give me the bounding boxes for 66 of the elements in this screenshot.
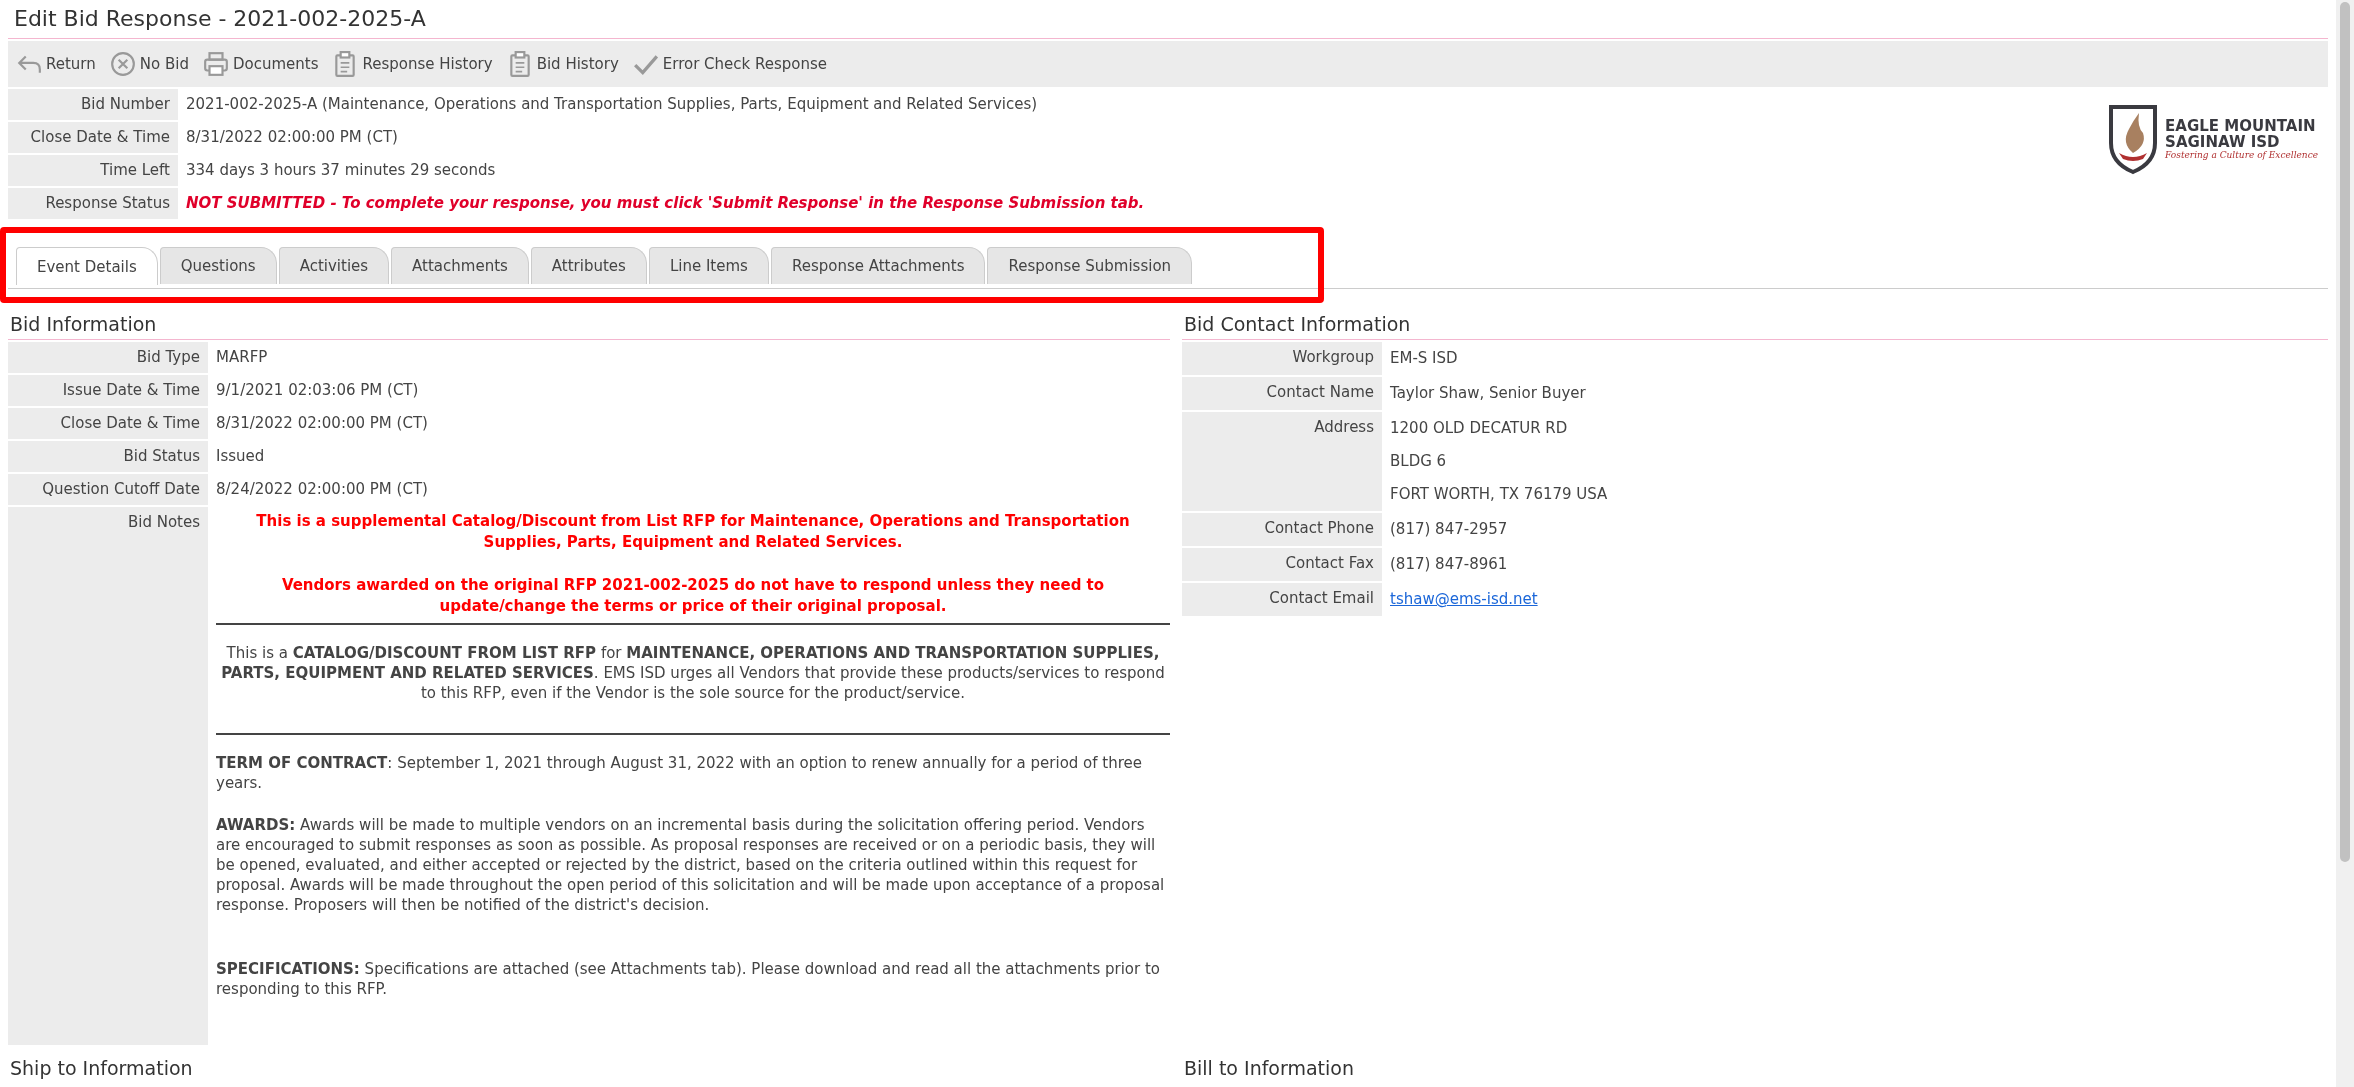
section-title: Bill to Information bbox=[1183, 1056, 1355, 1081]
field-value: MARFP bbox=[215, 347, 269, 368]
toolbar-button[interactable]: Bid History bbox=[506, 51, 619, 77]
notes-warning-text: This is a supplemental Catalog/Discount from List RFP for Maintenance, Operations and Transportation Supplies, Parts, Equipment and Related Services. bbox=[255, 511, 1131, 553]
field-value: (817) 847-2957 bbox=[1390, 519, 1509, 540]
notes-paragraph: AWARDS: Awards will be made to multiple vendors on an incremental basis during the solicitation offering period. Vendors are encouraged to submit responses as soon as possible. As proposal responses are received or on a periodic basis, they will be opened, evaluated, and either accepted or rejected by the district, based on the criteria outlined within this request for proposal. Awards will be made throughout the open period of this solicitation and will be made upon acceptance of a proposal response. Proposers will then be notified of the district's decision. bbox=[216, 815, 1166, 915]
field-value: EM-S ISD bbox=[1390, 348, 1459, 369]
shield-flame-icon bbox=[2107, 103, 2160, 175]
notes-paragraph: This is a CATALOG/DISCOUNT FROM LIST RFP for MAINTENANCE, OPERATIONS AND TRANSPORTATION SUPPLIES, PARTS, EQUIPMENT AND RELATED SERVICES. EMS ISD urges all Vendors that provide these products/services to respond to this RFP, even if the Vendor is the sole source for the product/service. bbox=[220, 643, 1166, 703]
field-label: Bid Notes bbox=[8, 507, 208, 1045]
tab[interactable]: Questions bbox=[159, 247, 277, 284]
tab[interactable]: Line Items bbox=[648, 247, 769, 284]
tab[interactable]: Attributes bbox=[530, 247, 647, 284]
email-link[interactable]: tshaw@ems-isd.net bbox=[1390, 583, 1538, 616]
scrollbar[interactable] bbox=[2336, 0, 2354, 1087]
field-label: Contact Phone bbox=[1182, 513, 1382, 546]
field-value: 8/24/2022 02:00:00 PM (CT) bbox=[215, 479, 429, 500]
logo-text: SAGINAW ISD bbox=[2165, 134, 2281, 150]
section-title: Bid Information bbox=[8, 293, 1170, 340]
logo-text: EAGLE MOUNTAIN bbox=[2165, 118, 2317, 134]
field-label: Question Cutoff Date bbox=[8, 474, 208, 505]
toolbar-button[interactable]: No Bid bbox=[109, 51, 189, 77]
notes-paragraph: TERM OF CONTRACT: September 1, 2021 through August 31, 2022 with an option to renew annually for a period of three years. bbox=[216, 753, 1144, 793]
scrollbar-thumb[interactable] bbox=[2340, 2, 2350, 862]
page-title: Edit Bid Response - 2021-002-2025-A bbox=[14, 6, 427, 31]
tab[interactable]: Event Details bbox=[16, 247, 158, 285]
tab[interactable]: Response Submission bbox=[987, 247, 1193, 284]
tab[interactable]: Activities bbox=[278, 247, 390, 284]
field-value: 334 days 3 hours 37 minutes 29 seconds bbox=[185, 160, 497, 181]
field-value: Taylor Shaw, Senior Buyer bbox=[1390, 383, 1587, 404]
field-label: Issue Date & Time bbox=[8, 375, 208, 406]
toolbar-button[interactable]: Return bbox=[16, 51, 96, 77]
toolbar-button[interactable]: Response History bbox=[332, 51, 493, 77]
field-value: Issued bbox=[215, 446, 266, 467]
section-title: Bid Contact Information bbox=[1182, 293, 2328, 340]
field-value: 8/31/2022 02:00:00 PM (CT) bbox=[185, 127, 399, 148]
close-circle-icon bbox=[109, 51, 136, 77]
tab[interactable]: Attachments bbox=[391, 247, 529, 284]
printer-icon bbox=[202, 51, 229, 77]
field-value: 1200 OLD DECATUR RD bbox=[1390, 418, 1569, 439]
field-value: 8/31/2022 02:00:00 PM (CT) bbox=[215, 413, 429, 434]
field-label: Contact Email bbox=[1182, 583, 1382, 616]
field-label: Address bbox=[1182, 412, 1382, 511]
field-label: Bid Type bbox=[8, 342, 208, 373]
field-label: Response Status bbox=[8, 188, 178, 219]
field-value: BLDG 6 bbox=[1390, 451, 1448, 472]
field-label: Close Date & Time bbox=[8, 408, 208, 439]
notes-paragraph: SPECIFICATIONS: Specifications are attached (see Attachments tab). Please download and read all the attachments prior to responding to this RFP. bbox=[216, 959, 1162, 999]
logo-tagline: Fostering a Culture of Excellence bbox=[2165, 150, 2318, 160]
field-label: Contact Fax bbox=[1182, 548, 1382, 581]
field-value: FORT WORTH, TX 76179 USA bbox=[1390, 484, 1609, 505]
field-label: Workgroup bbox=[1182, 342, 1382, 375]
field-label: Contact Name bbox=[1182, 377, 1382, 410]
status-message: NOT SUBMITTED - To complete your response, you must click 'Submit Response' in the Response Submission tab. bbox=[185, 193, 1146, 214]
field-value: 9/1/2021 02:03:06 PM (CT) bbox=[215, 380, 420, 401]
field-label: Bid Number bbox=[8, 89, 178, 120]
field-value: (817) 847-8961 bbox=[1390, 554, 1509, 575]
field-label: Close Date & Time bbox=[8, 122, 178, 153]
notes-warning-text: Vendors awarded on the original RFP 2021-002-2025 do not have to respond unless they need to update/change the terms or price of their original proposal. bbox=[280, 575, 1106, 617]
field-value: 2021-002-2025-A (Maintenance, Operations and Transportation Supplies, Parts, Equipment and Related Services) bbox=[185, 94, 1039, 115]
toolbar-button[interactable]: Documents bbox=[202, 51, 319, 77]
section-title: Ship to Information bbox=[9, 1056, 194, 1081]
toolbar-button[interactable]: Error Check Response bbox=[632, 51, 828, 77]
field-label: Bid Status bbox=[8, 441, 208, 472]
tab[interactable]: Response Attachments bbox=[770, 247, 986, 284]
field-label: Time Left bbox=[8, 155, 178, 186]
